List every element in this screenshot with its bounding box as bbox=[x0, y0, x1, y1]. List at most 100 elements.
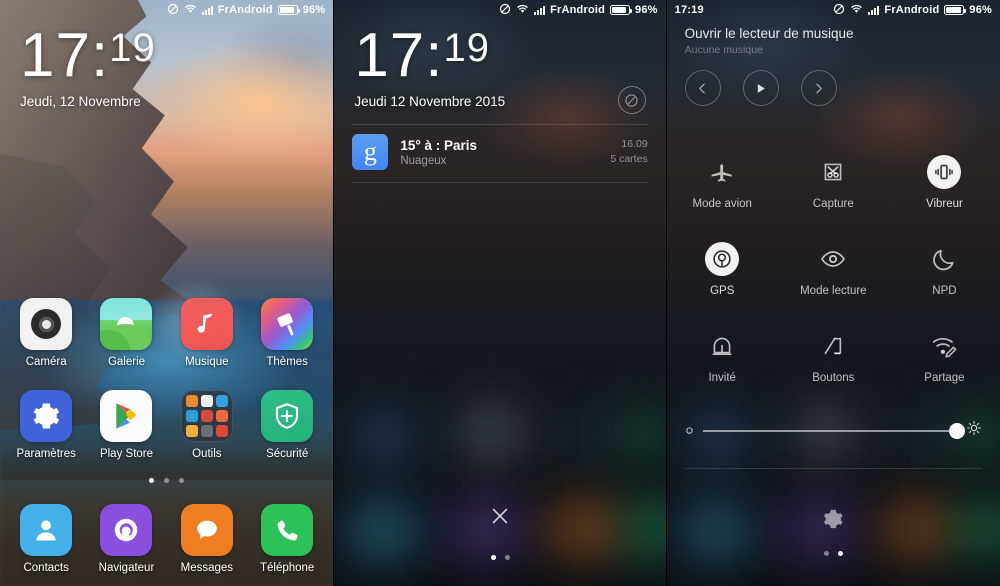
vibrate-icon bbox=[927, 155, 962, 189]
app-camera[interactable]: Caméra bbox=[6, 298, 86, 368]
app-gallery[interactable]: Galerie bbox=[86, 298, 166, 368]
app-label: Navigateur bbox=[98, 562, 155, 574]
page-dot[interactable] bbox=[490, 555, 496, 560]
toggle-screenshot[interactable]: Capture bbox=[778, 155, 889, 210]
toggle-reading-mode[interactable]: Mode lecture bbox=[778, 242, 889, 297]
dnd-icon bbox=[167, 3, 179, 18]
clock-separator: : bbox=[425, 21, 444, 90]
status-bar-clock: 17:19 bbox=[674, 4, 704, 16]
quick-settings-grid: Mode avion Capture Vibreur GPS Mode lect… bbox=[667, 155, 1000, 384]
gear-icon bbox=[824, 509, 843, 529]
app-label: Outils bbox=[192, 448, 222, 460]
clock-hours: 17 bbox=[20, 21, 91, 90]
app-themes[interactable]: Thèmes bbox=[247, 298, 327, 368]
page-dot[interactable] bbox=[823, 551, 829, 556]
battery-icon bbox=[277, 5, 300, 15]
scissors-icon bbox=[816, 155, 850, 189]
toggle-label: Partage bbox=[924, 372, 965, 384]
location-icon bbox=[705, 242, 740, 276]
airplane-icon bbox=[705, 155, 739, 189]
next-icon bbox=[816, 83, 822, 93]
toggle-do-not-disturb[interactable]: NPD bbox=[889, 242, 1000, 297]
status-bar-home: FrAndroid 96% bbox=[0, 0, 333, 20]
toggle-guest-mode[interactable]: Invité bbox=[667, 329, 778, 384]
battery-icon bbox=[944, 5, 967, 15]
brightness-high-icon bbox=[966, 420, 982, 441]
person-icon bbox=[20, 504, 73, 556]
lock-page-indicator[interactable] bbox=[334, 555, 665, 560]
close-icon bbox=[492, 508, 508, 524]
app-phone[interactable]: Téléphone bbox=[247, 504, 327, 574]
music-note-icon bbox=[180, 298, 233, 350]
open-settings-button[interactable] bbox=[667, 508, 1000, 530]
clock-separator: : bbox=[90, 21, 110, 90]
shield-plus-icon bbox=[261, 390, 314, 442]
panel-quick-settings: 17:19 FrAndroid 96% Ouvrir le lecteur de… bbox=[666, 0, 1000, 586]
music-player-widget[interactable]: Ouvrir le lecteur de musique Aucune musi… bbox=[684, 26, 982, 106]
toggle-hotspot[interactable]: Partage bbox=[889, 329, 1000, 384]
play-button[interactable] bbox=[742, 70, 779, 106]
divider-top bbox=[352, 124, 648, 125]
app-label: Téléphone bbox=[259, 562, 315, 574]
page-dot[interactable] bbox=[164, 478, 170, 483]
clock-widget-home[interactable]: 17:19 Jeudi, 12 Novembre bbox=[20, 21, 156, 110]
brightness-track[interactable] bbox=[702, 422, 965, 439]
app-label: Sécurité bbox=[266, 448, 309, 460]
do-not-disturb-button[interactable] bbox=[617, 86, 646, 114]
toggle-vibrate[interactable]: Vibreur bbox=[889, 155, 1000, 210]
app-contacts[interactable]: Contacts bbox=[6, 504, 86, 574]
dnd-icon bbox=[499, 3, 511, 18]
brightness-knob[interactable] bbox=[949, 422, 965, 439]
app-label: Messages bbox=[180, 562, 234, 574]
status-bar-qs: 17:19 FrAndroid 96% bbox=[667, 0, 1000, 20]
brightness-slider[interactable] bbox=[685, 420, 982, 441]
music-title: Ouvrir le lecteur de musique bbox=[684, 26, 854, 41]
home-page-indicator[interactable] bbox=[0, 478, 333, 483]
music-controls bbox=[684, 70, 982, 106]
app-security[interactable]: Sécurité bbox=[247, 390, 327, 460]
page-dot[interactable] bbox=[837, 551, 843, 556]
toggle-label: Vibreur bbox=[926, 198, 963, 210]
page-dot[interactable] bbox=[149, 478, 155, 483]
previous-button[interactable] bbox=[684, 70, 721, 106]
eye-icon bbox=[816, 242, 850, 276]
app-music[interactable]: Musique bbox=[167, 298, 247, 368]
app-messages[interactable]: Messages bbox=[167, 504, 247, 574]
play-store-icon bbox=[100, 390, 153, 442]
toggle-buttons[interactable]: Boutons bbox=[778, 329, 889, 384]
page-dot[interactable] bbox=[179, 478, 185, 483]
battery-percent: 96% bbox=[969, 4, 992, 16]
toggle-label: Capture bbox=[812, 198, 854, 210]
app-folder-tools[interactable]: Outils bbox=[167, 390, 247, 460]
notification-card[interactable]: g 15° à : Paris Nuageux 16.09 5 cartes bbox=[352, 134, 648, 170]
clock-minutes: 19 bbox=[443, 26, 491, 70]
signal-icon bbox=[201, 5, 213, 15]
app-browser[interactable]: Navigateur bbox=[86, 504, 166, 574]
gallery-icon bbox=[100, 298, 153, 350]
toggle-label: GPS bbox=[710, 285, 735, 297]
notification-title: 15° à : Paris bbox=[400, 137, 478, 153]
music-subtitle: Aucune musique bbox=[684, 44, 763, 56]
app-label: Play Store bbox=[99, 448, 154, 460]
clock-widget-lock: 17:19 Jeudi 12 Novembre 2015 bbox=[354, 21, 506, 110]
notification-subtitle: Nuageux bbox=[400, 154, 447, 167]
toggle-gps[interactable]: GPS bbox=[667, 242, 778, 297]
app-settings[interactable]: Paramètres bbox=[6, 390, 86, 460]
app-label: Paramètres bbox=[16, 448, 76, 460]
toggle-label: Invité bbox=[708, 372, 736, 384]
app-play-store[interactable]: Play Store bbox=[86, 390, 166, 460]
page-dot[interactable] bbox=[504, 555, 510, 560]
next-button[interactable] bbox=[800, 70, 837, 106]
toggle-label: Mode lecture bbox=[800, 285, 867, 297]
app-label: Galerie bbox=[107, 356, 146, 368]
browser-icon bbox=[100, 504, 153, 556]
hotspot-icon bbox=[927, 329, 961, 363]
toggle-airplane-mode[interactable]: Mode avion bbox=[667, 155, 778, 210]
date-label-lock: Jeudi 12 Novembre 2015 bbox=[354, 94, 506, 109]
app-label: Thèmes bbox=[266, 356, 308, 368]
brightness-low-icon bbox=[685, 422, 694, 440]
qs-page-indicator[interactable] bbox=[667, 551, 1000, 556]
app-grid: Caméra Galerie Musique Thèmes Paramètres… bbox=[0, 298, 333, 460]
close-notifications-button[interactable] bbox=[334, 505, 665, 527]
battery-percent: 96% bbox=[635, 4, 658, 16]
